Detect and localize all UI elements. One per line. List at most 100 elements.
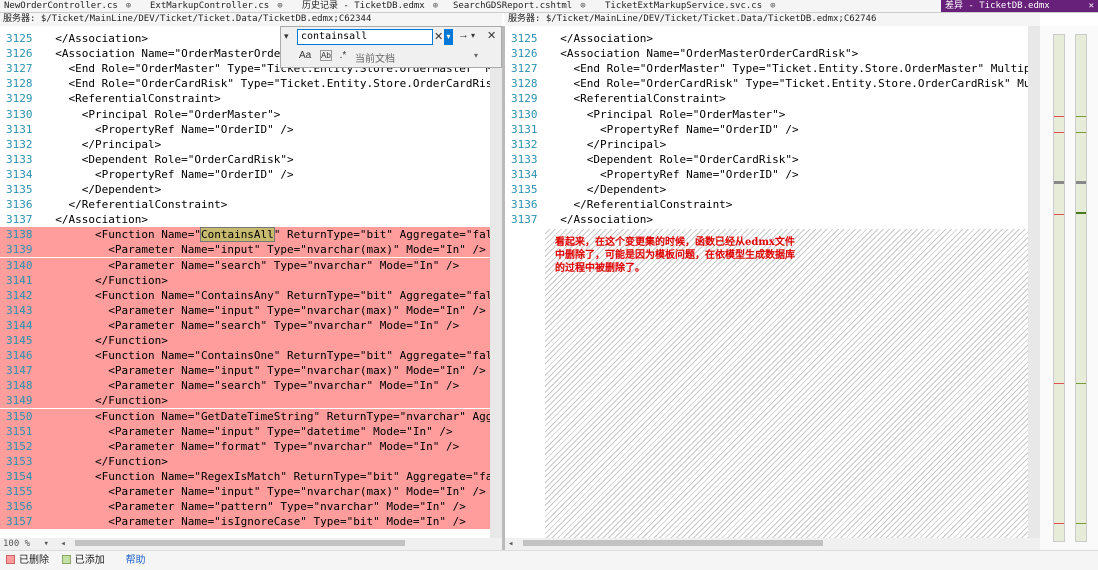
tab-searchgds-report[interactable]: SearchGDSReport.cshtml ⊕ <box>453 0 586 12</box>
left-code-line[interactable]: 3145 </Function> <box>0 333 490 349</box>
find-next-dropdown-icon[interactable]: ▾ <box>471 31 475 40</box>
clear-search-icon[interactable]: ✕ <box>434 30 443 43</box>
left-code-line[interactable]: 3140 <Parameter Name="search" Type="nvar… <box>0 257 490 273</box>
tab-diff-ticketdb[interactable]: 差异 - TicketDB.edmx ✕ <box>941 0 1098 12</box>
left-code-line[interactable]: 3151 <Parameter Name="input" Type="datet… <box>0 423 490 439</box>
left-code-line[interactable]: 3137 </Association> <box>0 212 490 227</box>
tab-history-ticketdb[interactable]: 历史记录 - TicketDB.edmx ⊕ <box>302 0 438 12</box>
right-code-line[interactable]: 3132 </Principal> <box>505 137 1028 152</box>
line-number: 3133 <box>511 152 538 166</box>
match-case-icon[interactable]: Aa <box>299 50 311 61</box>
left-code-line[interactable]: 3154 <Function Name="RegexIsMatch" Retur… <box>0 468 490 484</box>
right-code-line[interactable]: 3127 <End Role="OrderMaster" Type="Ticke… <box>505 61 1028 76</box>
close-icon[interactable]: ✕ <box>1089 0 1094 12</box>
left-code-line[interactable]: 3144 <Parameter Name="search" Type="nvar… <box>0 317 490 333</box>
code-text: <PropertyRef Name="OrderID" /> <box>42 167 294 181</box>
code-text: <Parameter Name="input" Type="nvarchar(m… <box>42 485 486 498</box>
search-history-dropdown-icon[interactable]: ▾ <box>444 29 453 45</box>
left-code-line[interactable]: 3146 <Function Name="ContainsOne" Return… <box>0 348 490 364</box>
left-code-line[interactable]: 3129 <ReferentialConstraint> <box>0 91 490 106</box>
zoom-level[interactable]: 100 % <box>0 539 30 549</box>
tab-neworder-controller[interactable]: NewOrderController.cs ⊕ <box>4 0 131 12</box>
left-diff-pane[interactable]: 3125 </Association> 3126 <Association Nam… <box>0 26 490 538</box>
scroll-left-icon[interactable]: ◂ <box>60 539 65 549</box>
code-text: </Dependent> <box>42 183 162 196</box>
scroll-thumb[interactable] <box>75 540 406 546</box>
find-next-icon[interactable]: → <box>458 29 469 41</box>
pin-icon[interactable]: ⊕ <box>770 1 775 11</box>
right-code-line[interactable]: 3125 </Association> <box>505 31 1028 46</box>
left-code-line[interactable]: 3135 </Dependent> <box>0 182 490 197</box>
diff-overview-map[interactable] <box>1040 26 1098 550</box>
left-horizontal-scrollbar[interactable]: 100 % ▾ ◂ <box>0 538 502 550</box>
line-number: 3148 <box>6 379 33 393</box>
pin-icon[interactable]: ⊕ <box>126 1 131 11</box>
left-code-line[interactable]: 3136 </ReferentialConstraint> <box>0 197 490 212</box>
code-text: <Parameter Name="input" Type="nvarchar(m… <box>42 303 486 317</box>
line-number: 3126 <box>511 47 538 61</box>
left-code-line[interactable]: 3142 <Function Name="ContainsAny" Return… <box>0 287 490 303</box>
scope-dropdown-icon[interactable]: ▾ <box>474 51 478 60</box>
code-text: <PropertyRef Name="OrderID" /> <box>42 122 294 136</box>
line-number: 3145 <box>6 334 33 347</box>
code-text: <Dependent Role="OrderCardRisk"> <box>547 152 799 166</box>
overview-viewport[interactable] <box>1054 181 1064 184</box>
find-input[interactable]: containsall <box>297 29 433 45</box>
left-code-line[interactable]: 3130 <Principal Role="OrderMaster"> <box>0 107 490 122</box>
right-code-line[interactable]: 3135 </Dependent> <box>505 182 1028 197</box>
left-code-line[interactable]: 3157 <Parameter Name="isIgnoreCase" Type… <box>0 514 490 530</box>
tab-extmarkup-controller[interactable]: ExtMarkupController.cs ⊕ <box>150 0 283 12</box>
left-code-line[interactable]: 3133 <Dependent Role="OrderCardRisk"> <box>0 152 490 167</box>
left-code-line[interactable]: 3134 <PropertyRef Name="OrderID" /> <box>0 167 490 182</box>
help-link[interactable]: 帮助 <box>126 555 146 566</box>
left-code-line[interactable]: 3138 <Function Name="ContainsAll" Return… <box>0 227 490 243</box>
right-code-line[interactable]: 3137 </Association> <box>505 212 1028 227</box>
left-code-line[interactable]: 3152 <Parameter Name="format" Type="nvar… <box>0 438 490 454</box>
pin-icon[interactable]: ⊕ <box>277 1 282 11</box>
overview-mark <box>1076 116 1086 117</box>
right-code-line[interactable]: 3131 <PropertyRef Name="OrderID" /> <box>505 122 1028 137</box>
pin-icon[interactable]: ⊕ <box>580 1 585 11</box>
code-text: <PropertyRef Name="OrderID" /> <box>547 167 799 181</box>
left-code-line[interactable]: 3128 <End Role="OrderCardRisk" Type="Tic… <box>0 76 490 91</box>
zoom-dropdown-icon[interactable]: ▾ <box>44 539 49 549</box>
left-code-line[interactable]: 3147 <Parameter Name="input" Type="nvarc… <box>0 363 490 379</box>
expand-replace-icon[interactable]: ▾ <box>284 31 289 42</box>
left-code-line[interactable]: 3148 <Parameter Name="search" Type="nvar… <box>0 378 490 394</box>
line-number: 3129 <box>6 92 33 106</box>
line-number: 3142 <box>6 288 33 302</box>
code-text: </Dependent> <box>547 183 667 196</box>
line-number: 3147 <box>6 364 33 378</box>
tab-ticketextmarkup-service[interactable]: TicketExtMarkupService.svc.cs ⊕ <box>605 0 776 12</box>
right-horizontal-scrollbar[interactable]: ◂ <box>505 538 1040 550</box>
left-code-line[interactable]: 3141 </Function> <box>0 272 490 288</box>
overview-mark <box>1054 383 1064 384</box>
right-code-line[interactable]: 3129 <ReferentialConstraint> <box>505 91 1028 106</box>
whole-word-icon[interactable]: Ab <box>320 50 332 61</box>
pin-icon[interactable]: ⊕ <box>433 1 438 11</box>
right-code-line[interactable]: 3136 </ReferentialConstraint> <box>505 197 1028 212</box>
scroll-left-icon[interactable]: ◂ <box>505 539 513 549</box>
right-vertical-scrollbar[interactable] <box>1028 26 1040 538</box>
overview-mark <box>1076 523 1086 524</box>
right-code-line[interactable]: 3134 <PropertyRef Name="OrderID" /> <box>505 167 1028 182</box>
left-code-line[interactable]: 3149 </Function> <box>0 393 490 409</box>
right-code-line[interactable]: 3133 <Dependent Role="OrderCardRisk"> <box>505 152 1028 167</box>
left-code-line[interactable]: 3155 <Parameter Name="input" Type="nvarc… <box>0 484 490 500</box>
code-text: <Function Name="ContainsAll" ReturnType=… <box>42 227 490 243</box>
close-find-icon[interactable]: ✕ <box>487 29 496 42</box>
right-code-line[interactable]: 3130 <Principal Role="OrderMaster"> <box>505 107 1028 122</box>
left-code-line[interactable]: 3153 </Function> <box>0 453 490 469</box>
right-code-line[interactable]: 3128 <End Role="OrderCardRisk" Type="Tic… <box>505 76 1028 91</box>
scroll-thumb[interactable] <box>522 540 823 546</box>
search-scope-select[interactable]: 当前文档 <box>355 50 395 65</box>
left-code-line[interactable]: 3156 <Parameter Name="pattern" Type="nva… <box>0 499 490 515</box>
left-vertical-scrollbar[interactable] <box>490 26 502 538</box>
right-code-line[interactable]: 3126 <Association Name="OrderMasterOrder… <box>505 46 1028 61</box>
left-code-line[interactable]: 3150 <Function Name="GetDateTimeString" … <box>0 408 490 424</box>
left-code-line[interactable]: 3139 <Parameter Name="input" Type="nvarc… <box>0 242 490 258</box>
left-code-line[interactable]: 3131 <PropertyRef Name="OrderID" /> <box>0 122 490 137</box>
left-code-line[interactable]: 3143 <Parameter Name="input" Type="nvarc… <box>0 302 490 318</box>
regex-icon[interactable]: .* <box>340 50 347 61</box>
left-code-line[interactable]: 3132 </Principal> <box>0 137 490 152</box>
